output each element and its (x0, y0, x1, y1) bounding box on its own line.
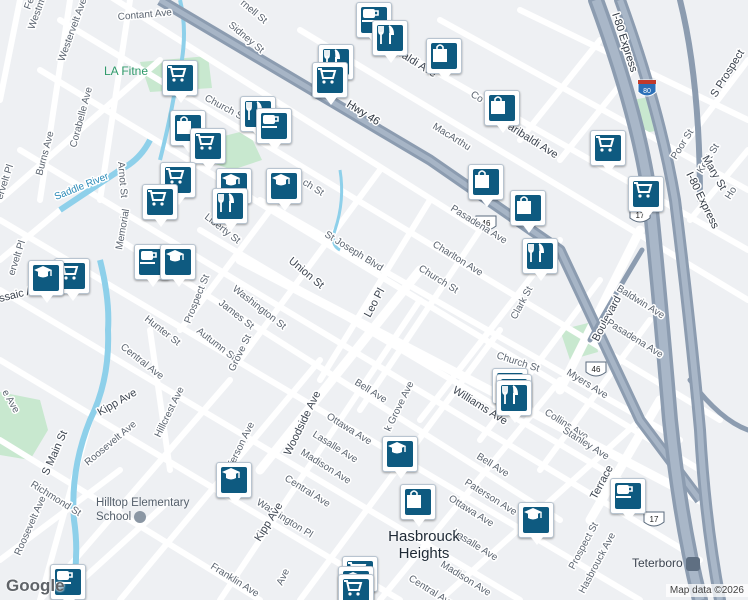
grocery-cart-icon (195, 133, 221, 159)
restaurant-icon (217, 193, 243, 219)
poi-marker-frame (312, 62, 348, 105)
place-label-school[interactable]: Hilltop Elementary School (96, 496, 216, 524)
svg-text:Franklin Ave: Franklin Ave (208, 561, 261, 600)
poi-marker-frame (338, 574, 374, 600)
poi-marker[interactable] (484, 90, 520, 134)
svg-text:46: 46 (592, 365, 601, 374)
map-attribution[interactable]: Map data ©2026 (665, 584, 748, 597)
poi-marker[interactable] (28, 260, 64, 304)
shopping-bag-icon (473, 169, 499, 195)
cafe-icon (261, 113, 287, 139)
poi-marker[interactable] (160, 244, 196, 288)
school-icon (523, 507, 549, 533)
grocery-cart-icon (343, 579, 369, 600)
poi-marker-frame (496, 380, 532, 423)
poi-marker[interactable] (610, 478, 646, 522)
airport-icon (686, 556, 701, 571)
shield-80: 80 (637, 79, 657, 97)
town-name-line1: Hasbrouck (388, 528, 460, 545)
poi-marker[interactable] (256, 108, 292, 152)
poi-marker-frame (266, 168, 302, 211)
poi-marker[interactable] (266, 168, 302, 212)
poi-marker-frame (518, 502, 554, 545)
poi-marker[interactable] (468, 164, 504, 208)
school-pin-icon (134, 510, 147, 523)
svg-text:80: 80 (643, 88, 651, 95)
svg-text:Arnot St: Arnot St (115, 161, 129, 198)
poi-marker[interactable] (426, 38, 462, 82)
poi-marker-frame (190, 128, 226, 171)
svg-text:Ave: Ave (275, 567, 293, 588)
poi-marker-frame (628, 176, 664, 219)
school-icon (33, 265, 59, 291)
poi-marker[interactable] (312, 62, 348, 106)
poi-marker[interactable] (496, 380, 532, 424)
poi-marker-frame (468, 164, 504, 207)
poi-marker-frame (400, 484, 436, 527)
poi-marker-frame (142, 184, 178, 227)
poi-marker-frame (426, 38, 462, 81)
school-icon (165, 249, 191, 275)
cafe-icon (615, 483, 641, 509)
poi-marker-frame (382, 436, 418, 479)
poi-marker-frame (372, 20, 408, 63)
svg-text:MacArthu: MacArthu (430, 121, 472, 153)
poi-marker-frame (162, 60, 198, 103)
svg-text:ervelt Pl: ervelt Pl (6, 239, 28, 277)
map-canvas[interactable]: 46 46 17 17 80 Hwy 46 I-80 Express I-80 … (0, 0, 748, 600)
svg-text:Central Ave: Central Ave (406, 573, 456, 600)
place-label-teterboro[interactable]: Teterboro (632, 556, 701, 571)
restaurant-icon (501, 385, 527, 411)
poi-marker-frame (28, 260, 64, 303)
poi-marker[interactable] (162, 60, 198, 104)
poi-marker-frame (610, 478, 646, 521)
shopping-bag-icon (489, 95, 515, 121)
poi-marker[interactable] (628, 176, 664, 220)
grocery-cart-icon (595, 135, 621, 161)
poi-marker[interactable] (372, 20, 408, 64)
grocery-cart-icon (147, 189, 173, 215)
grocery-cart-icon (167, 65, 193, 91)
place-label-town[interactable]: Hasbrouck Heights (364, 528, 484, 562)
place-label-fitness[interactable]: LA Fitne (104, 64, 148, 78)
school-icon (221, 467, 247, 493)
poi-marker[interactable] (590, 130, 626, 174)
restaurant-icon (527, 243, 553, 269)
poi-marker-frame (160, 244, 196, 287)
poi-marker[interactable] (522, 238, 558, 282)
poi-marker[interactable] (400, 484, 436, 528)
poi-marker-frame (256, 108, 292, 151)
google-logo[interactable]: Google (6, 576, 65, 596)
svg-text:St Joseph Blvd: St Joseph Blvd (322, 229, 384, 274)
school-name-line1: Hilltop Elementary (96, 497, 190, 509)
poi-marker-frame (484, 90, 520, 133)
restaurant-icon (377, 25, 403, 51)
poi-marker-frame (590, 130, 626, 173)
poi-marker[interactable] (510, 190, 546, 234)
school-icon (271, 173, 297, 199)
shopping-bag-icon (405, 489, 431, 515)
svg-text:rnell St: rnell St (238, 0, 269, 26)
town-name-line2: Heights (398, 545, 450, 562)
poi-marker-frame (510, 190, 546, 233)
school-icon (387, 441, 413, 467)
poi-marker[interactable] (142, 184, 178, 228)
poi-marker[interactable] (382, 436, 418, 480)
shopping-bag-icon (431, 43, 457, 69)
poi-marker-frame (212, 188, 248, 231)
poi-marker[interactable] (338, 574, 374, 600)
svg-text:17: 17 (650, 515, 659, 524)
shield-46-bottom: 46 (585, 361, 607, 377)
shield-17-bottom: 17 (643, 511, 665, 527)
poi-marker-frame (216, 462, 252, 505)
shopping-bag-icon (515, 195, 541, 221)
poi-marker[interactable] (518, 502, 554, 546)
grocery-cart-icon (317, 67, 343, 93)
poi-marker[interactable] (212, 188, 248, 232)
poi-marker-frame (522, 238, 558, 281)
school-name-line2: School (96, 510, 216, 524)
grocery-cart-icon (633, 181, 659, 207)
poi-marker[interactable] (216, 462, 252, 506)
